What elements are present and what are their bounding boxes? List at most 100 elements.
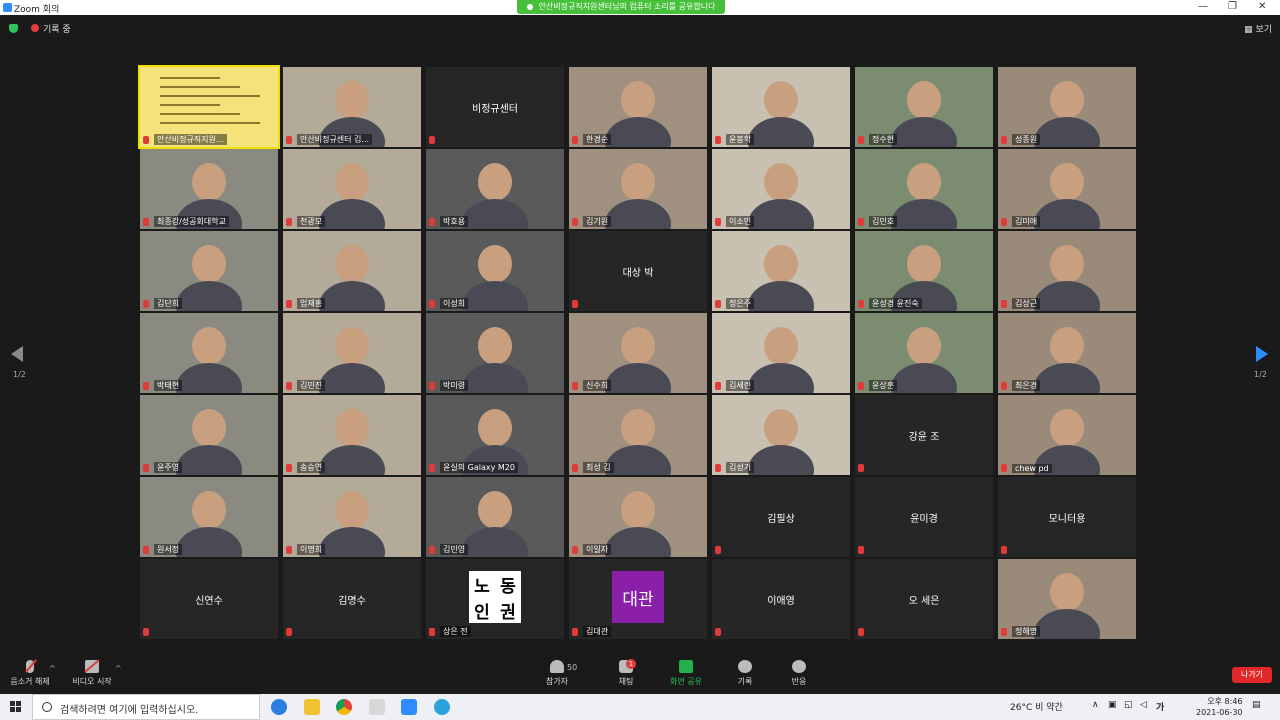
participant-tile[interactable]: 강윤 조 [855,395,993,475]
participant-name-label: 안산비정규직지원... [154,134,227,145]
security-shield-icon[interactable] [9,24,18,33]
ime-indicator[interactable]: 가 [1156,700,1164,713]
participant-tile[interactable]: 김세린 [712,313,850,393]
participant-tile[interactable]: 오 세은 [855,559,993,639]
participant-tile[interactable]: 김상근 [998,231,1136,311]
volume-icon[interactable]: ◁ [1140,700,1147,710]
weather-widget[interactable]: 26°C 비 약간 [1010,700,1063,713]
participant-tile[interactable]: 최은경 [998,313,1136,393]
previous-page-icon[interactable] [11,346,23,362]
participant-name-label: 신수희 [583,380,612,391]
participant-tile[interactable]: 김미애 [998,149,1136,229]
unmute-button[interactable]: 음소거 해제 [8,660,52,687]
audio-options-chevron-icon[interactable]: ^ [49,664,56,673]
participant-tile[interactable]: 이성희 [426,231,564,311]
participant-tile[interactable]: chew pd [998,395,1136,475]
participant-tile[interactable]: 대상 박 [569,231,707,311]
participant-tile[interactable]: 한경순 [569,67,707,147]
participant-tile[interactable]: 이소민 [712,149,850,229]
next-page-icon[interactable] [1256,346,1268,362]
participant-tile[interactable]: 박미령 [426,313,564,393]
participant-tile[interactable]: 정해명 [998,559,1136,639]
video-options-chevron-icon[interactable]: ^ [115,664,122,673]
chrome-browser-icon[interactable] [336,699,352,715]
tray-app-icon[interactable]: ▣ [1108,700,1117,710]
participant-tile[interactable]: 윤미경 [855,477,993,557]
participant-name-label: 김민진 [297,380,326,391]
close-button[interactable]: ✕ [1258,1,1266,12]
leave-button[interactable]: 나가기 [1232,667,1272,683]
app-icon[interactable] [369,699,385,715]
participant-tile[interactable]: 김민호 [855,149,993,229]
logo-character: 노 [474,576,490,597]
participant-tile[interactable]: 이일자 [569,477,707,557]
file-explorer-icon[interactable] [304,699,320,715]
minimize-button[interactable]: — [1198,1,1208,12]
participant-tile[interactable]: 김단희 [140,231,278,311]
participant-tile[interactable]: 김기원 [569,149,707,229]
muted-mic-icon [858,136,864,144]
muted-mic-icon [286,300,292,308]
participant-video-face [907,81,941,119]
participant-video-face [192,409,226,447]
participant-tile[interactable]: 안산비정규센터 김... [283,67,421,147]
participant-tile[interactable]: 박호용 [426,149,564,229]
participant-tile[interactable]: 안산비정규직지원... [138,65,280,149]
participant-tile[interactable]: 김성기 [712,395,850,475]
participant-tile[interactable]: 이애영 [712,559,850,639]
participant-video-face [621,81,655,119]
participant-tile[interactable]: 윤상훈 [855,313,993,393]
reactions-button[interactable]: 반응 [785,660,813,687]
share-screen-button[interactable]: 화면 공유 [664,660,708,687]
start-video-button[interactable]: 비디오 시작 [70,660,114,687]
participant-video-face [764,245,798,283]
participant-tile[interactable]: 김필상 [712,477,850,557]
participant-name-label: 김상근 [1012,298,1041,309]
telegram-icon[interactable] [434,699,450,715]
participant-name-label: 이성희 [440,298,469,309]
chat-unread-badge: 1 [626,659,636,669]
participant-tile[interactable]: 윤실의 Galaxy M20 [426,395,564,475]
participant-tile[interactable]: 성종원 [998,67,1136,147]
participant-tile[interactable]: 대관 김대관 [569,559,707,639]
participant-tile[interactable]: 송승연 [283,395,421,475]
network-icon[interactable]: ◱ [1124,700,1133,710]
participant-video-face [1050,81,1084,119]
notifications-icon[interactable]: ▤ [1252,700,1261,710]
participant-tile[interactable]: 박태현 [140,313,278,393]
participant-tile[interactable]: 정은주 [712,231,850,311]
participant-tile[interactable]: 김민영 [426,477,564,557]
participant-tile[interactable]: 김민진 [283,313,421,393]
participant-tile[interactable]: 엄재홍 [283,231,421,311]
zoom-taskbar-icon[interactable] [401,699,417,715]
windows-start-icon[interactable] [10,701,22,713]
participant-tile[interactable]: 최성 김 [569,395,707,475]
taskbar-search-box[interactable]: 검색하려면 여기에 입력하십시오. [32,694,260,720]
view-button[interactable]: ▦ 보기 [1244,22,1272,35]
participant-tile[interactable]: 비정규센터 [426,67,564,147]
maximize-button[interactable]: ❐ [1228,1,1237,12]
participant-tile[interactable]: 이명희 [283,477,421,557]
participant-tile[interactable]: 노 동 인 권 상은 전 [426,559,564,639]
participant-tile[interactable]: 윤성경 윤진숙 [855,231,993,311]
record-button[interactable]: 기록 [731,660,759,687]
edge-browser-icon[interactable] [271,699,287,715]
participant-tile[interactable]: 신수희 [569,313,707,393]
logo-character: 권 [500,602,516,623]
muted-mic-icon [1001,218,1007,226]
participant-tile[interactable]: 정수현 [855,67,993,147]
tray-chevron-icon[interactable]: ∧ [1092,700,1099,710]
participant-tile[interactable]: 모니터용 [998,477,1136,557]
participant-name-label: 윤실의 Galaxy M20 [440,462,518,473]
taskbar-clock[interactable]: 오후 8:46 2021-06-30 [1196,696,1243,718]
participant-tile[interactable]: 원서정 [140,477,278,557]
participant-tile[interactable]: 윤봉학 [712,67,850,147]
participant-tile[interactable]: 신연수 [140,559,278,639]
participant-tile[interactable]: 천광모 [283,149,421,229]
participant-tile[interactable]: 윤주영 [140,395,278,475]
muted-mic-icon [572,464,578,472]
participant-tile[interactable]: 최종강/성공회대학교 [140,149,278,229]
participant-video-body [748,199,814,229]
participant-tile[interactable]: 김명수 [283,559,421,639]
participant-name-label: 윤성경 윤진숙 [869,298,922,309]
